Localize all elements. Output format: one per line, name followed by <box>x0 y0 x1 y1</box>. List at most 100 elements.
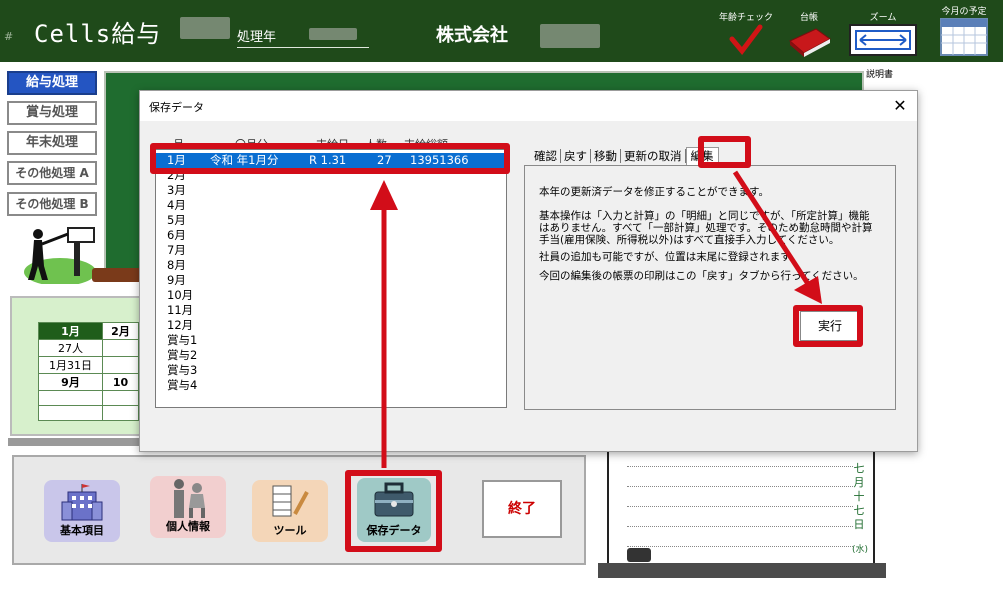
vertical-date: 七月十七日 <box>853 462 865 531</box>
list-item[interactable]: 5月 <box>156 213 506 228</box>
summary-cell: 1月31日 <box>38 356 103 374</box>
panel-text: 今回の編集後の帳票の印刷はこの「戻す」タブから行ってください。 <box>539 270 864 282</box>
list-item[interactable]: 賞与2 <box>156 348 506 363</box>
menu-year-end-processing[interactable]: 年末処理 <box>7 131 97 155</box>
list-item[interactable]: 2月 <box>156 168 506 183</box>
saved-data-dialog: 保存データ ✕ 月 〇月分 支給日 人数 支給総額 1月 令和 年1月分 R 1… <box>139 90 918 452</box>
exit-button[interactable]: 終了 <box>482 480 562 538</box>
app-title: Cells給与 <box>34 20 162 48</box>
month-schedule-button[interactable]: 今月の予定 <box>934 4 994 60</box>
calendar-scroll-handle[interactable] <box>627 548 651 562</box>
redacted-company <box>540 24 600 48</box>
ledger-label: 台帳 <box>799 13 818 23</box>
summary-cell[interactable]: 9月 <box>38 373 103 391</box>
people-icon <box>174 479 205 518</box>
redacted-block <box>180 17 230 39</box>
calendar-line <box>627 486 853 487</box>
panel-text: 本年の更新済データを修正することができます。 <box>539 186 769 198</box>
summary-cell <box>102 390 139 406</box>
selected-pay-date: R 1.31 <box>309 153 347 167</box>
calendar-line <box>627 506 853 507</box>
basic-items-label: 基本項目 <box>60 524 104 537</box>
ledger-book-icon <box>789 28 831 57</box>
month-summary-table: 1月 2月 27人 1月31日 9月 10 <box>38 322 139 421</box>
list-item[interactable]: 3月 <box>156 183 506 198</box>
dialog-titlebar: 保存データ ✕ <box>140 91 917 121</box>
panel-text: 社員の追加も可能ですが、位置は末尾に登録されます。 <box>539 251 801 263</box>
list-item[interactable]: 12月 <box>156 318 506 333</box>
summary-cell[interactable]: 2月 <box>102 322 139 340</box>
list-item[interactable]: 9月 <box>156 273 506 288</box>
selected-total: 13951366 <box>410 153 469 167</box>
run-button[interactable]: 実行 <box>800 311 860 341</box>
list-item-selected[interactable]: 1月 令和 年1月分 R 1.31 27 13951366 <box>156 153 506 168</box>
processing-year-label: 処理年 <box>237 26 369 48</box>
summary-cell: 27人 <box>38 339 103 357</box>
check-mark-icon <box>729 24 763 56</box>
month-schedule-label: 今月の予定 <box>941 7 987 17</box>
basic-items-button[interactable]: 基本項目 <box>44 480 120 542</box>
list-item[interactable]: 賞与1 <box>156 333 506 348</box>
calendar-icon <box>940 18 988 56</box>
summary-cell <box>102 356 139 374</box>
list-item[interactable]: 6月 <box>156 228 506 243</box>
saved-data-button[interactable]: 保存データ <box>357 478 431 542</box>
selected-count: 27 <box>377 153 392 167</box>
list-item[interactable]: 7月 <box>156 243 506 258</box>
menu-bonus-processing[interactable]: 賞与処理 <box>7 101 97 125</box>
age-check-button[interactable]: 年齢チェック <box>716 10 776 62</box>
selected-month: 1月 <box>167 153 186 167</box>
age-check-label: 年齢チェック <box>718 13 773 23</box>
help-label[interactable]: 説明書 <box>866 67 893 80</box>
teacher-illustration-icon <box>24 227 96 284</box>
tab-revert[interactable]: 戻す <box>561 149 591 163</box>
weekday-label: (水) <box>852 545 869 555</box>
summary-cell <box>102 339 139 357</box>
tab-confirm[interactable]: 確認 <box>531 149 561 163</box>
personal-info-label: 個人情報 <box>166 520 210 533</box>
list-item[interactable]: 4月 <box>156 198 506 213</box>
tab-bar: 確認 戻す 移動 更新の取消 編集 <box>531 147 719 165</box>
zoom-label: ズーム <box>869 13 897 23</box>
calendar-line <box>627 466 853 467</box>
list-item[interactable]: 8月 <box>156 258 506 273</box>
summary-cell[interactable]: 10 <box>102 373 139 391</box>
calendar-line <box>627 546 853 547</box>
edit-tab-panel: 本年の更新済データを修正することができます。 基本操作は「入力と計算」の「明細」… <box>524 165 896 410</box>
schedule-calendar <box>607 444 875 576</box>
ledger-button[interactable]: 台帳 <box>786 10 832 62</box>
list-item[interactable]: 11月 <box>156 303 506 318</box>
app-header: # Cells給与 処理年 株式会社 年齢チェック 台帳 ズーム 今月の予定 <box>0 0 1003 62</box>
list-item[interactable]: 賞与3 <box>156 363 506 378</box>
redacted-year <box>309 28 357 40</box>
calendar-line <box>627 526 853 527</box>
summary-cell <box>38 405 103 421</box>
saved-data-list[interactable]: 1月 令和 年1月分 R 1.31 27 13951366 2月 3月 4月 5… <box>155 149 507 408</box>
panel-text: 基本操作は「入力と計算」の「明細」と同じですが、「所定計算」機能はありません。す… <box>539 210 873 246</box>
tools-button[interactable]: ツール <box>252 480 328 542</box>
zoom-button[interactable]: ズーム <box>848 10 918 60</box>
tab-move[interactable]: 移動 <box>591 149 621 163</box>
selected-period: 令和 年1月分 <box>210 153 279 167</box>
summary-cell <box>38 390 103 406</box>
tab-edit[interactable]: 編集 <box>685 147 719 165</box>
tools-icon <box>272 485 309 517</box>
menu-salary-processing[interactable]: 給与処理 <box>7 71 97 95</box>
list-item[interactable]: 10月 <box>156 288 506 303</box>
tab-cancel-update[interactable]: 更新の取消 <box>621 149 686 163</box>
company-name: 株式会社 <box>436 25 508 46</box>
tools-label: ツール <box>273 524 307 537</box>
calendar-base <box>598 563 886 578</box>
menu-other-processing-a[interactable]: その他処理 A <box>7 161 97 185</box>
summary-cell[interactable]: 1月 <box>38 322 103 340</box>
saved-data-label: 保存データ <box>366 524 422 537</box>
processing-year-text: 処理年 <box>237 30 277 45</box>
dialog-title: 保存データ <box>149 101 204 114</box>
summary-cell <box>102 405 139 421</box>
zoom-icon <box>849 24 917 56</box>
toolbox-icon <box>374 482 414 517</box>
close-icon[interactable]: ✕ <box>889 95 911 117</box>
menu-other-processing-b[interactable]: その他処理 B <box>7 192 97 216</box>
personal-info-button[interactable]: 個人情報 <box>150 476 226 538</box>
list-item[interactable]: 賞与4 <box>156 378 506 393</box>
